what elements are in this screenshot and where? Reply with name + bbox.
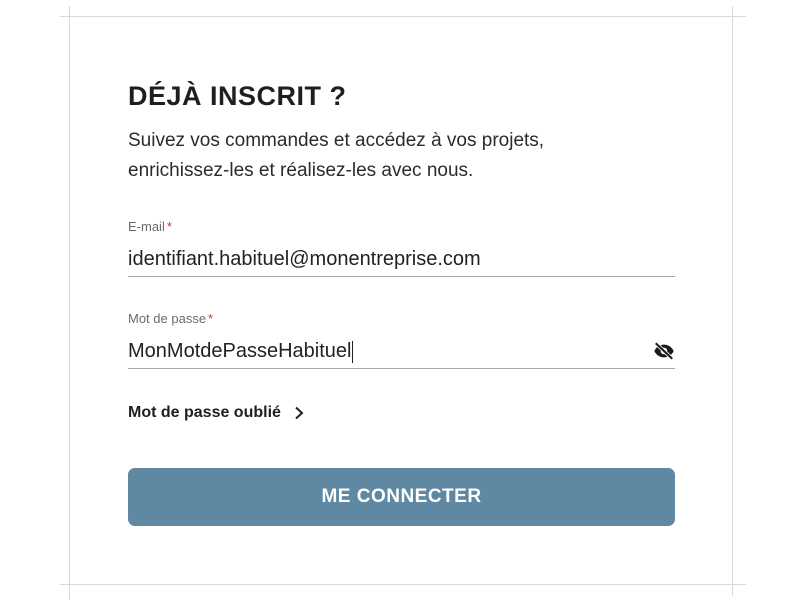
password-value-text: MonMotdePasseHabituel	[128, 340, 352, 362]
password-value[interactable]: MonMotdePasseHabituel	[128, 337, 354, 365]
forgot-password-link[interactable]: Mot de passe oublié	[128, 404, 305, 422]
subtitle-line-1: Suivez vos commandes et accédez à vos pr…	[128, 130, 545, 151]
login-submit-button[interactable]: ME CONNECTER	[128, 468, 675, 526]
page-title: DÉJÀ INSCRIT ?	[128, 81, 347, 111]
email-field[interactable]: identifiant.habituel@monentreprise.com	[128, 242, 675, 277]
email-label: E-mail *	[128, 218, 675, 236]
forgot-password-label[interactable]: Mot de passe oublié	[128, 404, 281, 422]
password-label-text: Mot de passe	[128, 311, 207, 326]
email-label-text: E-mail	[128, 219, 165, 234]
required-marker: *	[208, 311, 214, 326]
guide-line-bottom	[60, 584, 746, 585]
email-field-group: E-mail * identifiant.habituel@monentrepri…	[128, 218, 675, 277]
guide-line-top	[60, 16, 746, 17]
login-page: DÉJÀ INSCRIT ? Suivez vos commandes et a…	[0, 0, 800, 600]
chevron-right-icon	[295, 406, 304, 420]
required-marker: *	[166, 219, 172, 234]
subtitle-line-2: enrichissez-les et réalisez-les avec nou…	[128, 160, 474, 181]
guide-line-right	[732, 6, 733, 596]
guide-line-left	[69, 6, 70, 600]
password-label: Mot de passe *	[128, 310, 675, 328]
password-field-group: Mot de passe * MonMotdePasseHabituel	[128, 310, 675, 369]
eye-slash-icon[interactable]	[653, 340, 675, 362]
password-field[interactable]: MonMotdePasseHabituel	[128, 334, 675, 369]
login-panel: DÉJÀ INSCRIT ? Suivez vos commandes et a…	[128, 78, 675, 526]
login-subtitle: Suivez vos commandes et accédez à vos pr…	[128, 126, 675, 186]
email-value[interactable]: identifiant.habituel@monentreprise.com	[128, 245, 481, 273]
text-caret	[352, 340, 354, 363]
